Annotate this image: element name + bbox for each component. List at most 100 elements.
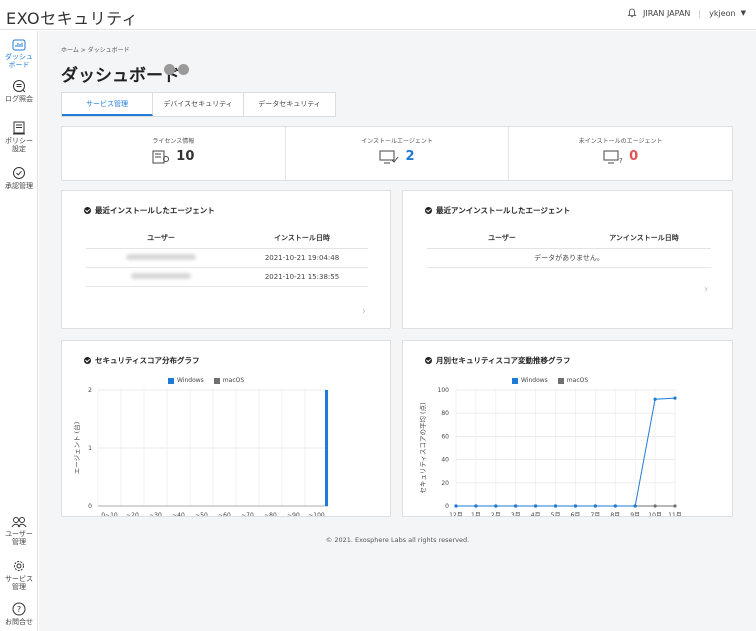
x-tick-label: 11月 — [668, 512, 682, 516]
y-tick-label: 100 — [438, 387, 450, 394]
x-tick-label: 8月 — [610, 512, 620, 516]
sidebar-item-label: サービス — [5, 575, 33, 583]
col-install-date: インストール日時 — [236, 229, 368, 249]
sidebar: ダッシュ ボード ログ照会 ポリシー 設定 承認管理 ユーザー 管理 サービス … — [0, 31, 38, 631]
score-chart-svg: 0120~10~20~30~40~50~60~70~80~90~100セキュリテ… — [72, 387, 329, 516]
main-content: ホーム > ダッシュボード ダッシュボード サービス管理 デバイスセキュリティ … — [39, 31, 756, 631]
x-tick-label: 2月 — [491, 512, 501, 516]
card-title-text: 最近インストールしたエージェント — [95, 206, 215, 215]
x-tick-label: ~90 — [287, 512, 300, 516]
windows-icon — [164, 64, 175, 75]
approval-icon — [13, 167, 25, 179]
point-windows — [573, 504, 578, 508]
card-title-text: 最近アンインストールしたエージェント — [436, 206, 571, 215]
x-tick-label: ~20 — [126, 512, 139, 516]
stat-installed[interactable]: インストールエージェント 2 — [286, 127, 510, 180]
chevron-down-icon[interactable]: ▼ — [741, 9, 746, 17]
sidebar-item-approval[interactable]: 承認管理 — [0, 166, 38, 190]
x-tick-label: 1月 — [471, 512, 481, 516]
help-icon: ? — [12, 602, 26, 616]
top-bar: EXOセキュリティ JIRAN JAPAN | ykjeon ▼ — [0, 0, 756, 30]
sidebar-item-label: 設定 — [12, 145, 26, 153]
tab-device-security[interactable]: デバイスセキュリティ — [153, 93, 244, 116]
search-log-icon — [13, 80, 26, 93]
sidebar-item-policy[interactable]: ポリシー 設定 — [0, 121, 38, 153]
chevron-right-icon[interactable]: › — [704, 284, 708, 295]
x-tick-label: 4月 — [531, 512, 541, 516]
point-macos — [673, 504, 677, 508]
trend-card: 月別セキュリティスコア変動推移グラフ Windows macOS 0 20 40 60… — [402, 340, 733, 517]
point-windows — [673, 396, 677, 400]
x-tick-label: ~100 — [308, 512, 325, 516]
sidebar-item-log[interactable]: ログ照会 — [0, 79, 38, 103]
sidebar-item-users[interactable]: ユーザー 管理 — [0, 516, 38, 546]
y-tick-label: 20 — [441, 480, 449, 487]
date-cell: 2021-10-21 15:38:55 — [236, 267, 368, 287]
stat-label: 未インストールのエージェント — [578, 138, 663, 145]
sidebar-item-label: ボード — [8, 61, 30, 69]
y-tick-label: 80 — [441, 410, 449, 417]
tab-service[interactable]: サービス管理 — [62, 93, 153, 116]
x-tick-label: ~50 — [195, 512, 208, 516]
score-distribution-card: セキュリティスコア分布グラフ Windows macOS 0 1 2 0~10 ~20 ~… — [61, 340, 391, 517]
sidebar-item-help[interactable]: ? お問合せ — [0, 602, 38, 626]
monitor-question-icon: ? — [603, 150, 623, 164]
sidebar-item-label: ログ照会 — [5, 95, 33, 103]
dashboard-icon — [12, 39, 26, 51]
tab-data-security[interactable]: データセキュリティ — [244, 93, 335, 116]
sidebar-item-label: ユーザー — [5, 530, 33, 538]
sidebar-item-label: 管理 — [12, 583, 26, 591]
top-right-area: JIRAN JAPAN | ykjeon ▼ — [627, 8, 746, 18]
sidebar-item-label: ダッシュ — [5, 53, 33, 61]
bell-icon[interactable] — [627, 8, 637, 18]
empty-message: データがありません。 — [427, 248, 711, 268]
y-tick-label: 0 — [445, 503, 449, 510]
apple-icon — [178, 64, 189, 75]
stat-value: 2 — [405, 149, 415, 164]
chevron-right-icon[interactable]: › — [362, 306, 366, 317]
stat-value: 0 — [629, 149, 639, 164]
col-uninstall-date: アンインストール日時 — [577, 229, 711, 249]
svg-text:?: ? — [17, 605, 21, 614]
point-windows — [474, 504, 478, 508]
x-tick-label: 9月 — [630, 512, 640, 516]
bar-windows — [325, 390, 328, 506]
install-table: ユーザー インストール日時 2021-10-21 19:04:48 2021-1… — [86, 229, 368, 287]
sidebar-item-label: 管理 — [12, 538, 26, 546]
point-windows — [613, 504, 617, 508]
y-axis-label: セキュリティスコアの平均 (点) — [418, 402, 427, 493]
x-tick-label: 7月 — [590, 512, 600, 516]
app-logo[interactable]: EXOセキュリティ — [6, 5, 138, 29]
point-windows — [514, 504, 518, 508]
stat-label: ライセンス情報 — [152, 138, 195, 145]
stat-label: インストールエージェント — [361, 138, 433, 145]
point-windows — [494, 504, 498, 508]
x-tick-label: 5月 — [551, 512, 561, 516]
stat-license: ライセンス情報 10 — [62, 127, 286, 180]
check-circle-icon — [425, 207, 432, 214]
sidebar-item-dashboard[interactable]: ダッシュ ボード — [0, 39, 38, 69]
gear-icon — [14, 561, 24, 571]
redacted-user — [126, 253, 196, 260]
tab-bar: サービス管理 デバイスセキュリティ データセキュリティ — [61, 92, 336, 117]
card-title: 最近インストールしたエージェント — [84, 205, 215, 216]
policy-icon — [13, 121, 25, 135]
user-name[interactable]: ykjeon — [709, 9, 735, 18]
table-row[interactable]: 2021-10-21 15:38:55 — [86, 267, 368, 287]
x-tick-label: ~80 — [264, 512, 277, 516]
title-icons — [164, 64, 192, 75]
col-user: ユーザー — [427, 229, 577, 249]
y-tick-label: 2 — [88, 387, 92, 394]
sidebar-item-label: 承認管理 — [5, 182, 33, 190]
point-windows — [653, 397, 657, 401]
users-icon — [11, 517, 27, 528]
sidebar-item-service[interactable]: サービス 管理 — [0, 559, 38, 591]
user-cell — [86, 248, 236, 268]
date-cell: 2021-10-21 19:04:48 — [236, 248, 368, 268]
point-macos — [653, 504, 657, 508]
table-row[interactable]: 2021-10-21 19:04:48 — [86, 248, 368, 268]
company-name: JIRAN JAPAN — [643, 8, 691, 18]
stat-not-installed[interactable]: 未インストールのエージェント ? 0 — [509, 127, 732, 180]
x-tick-label: 3月 — [511, 512, 521, 516]
check-circle-icon — [84, 207, 91, 214]
